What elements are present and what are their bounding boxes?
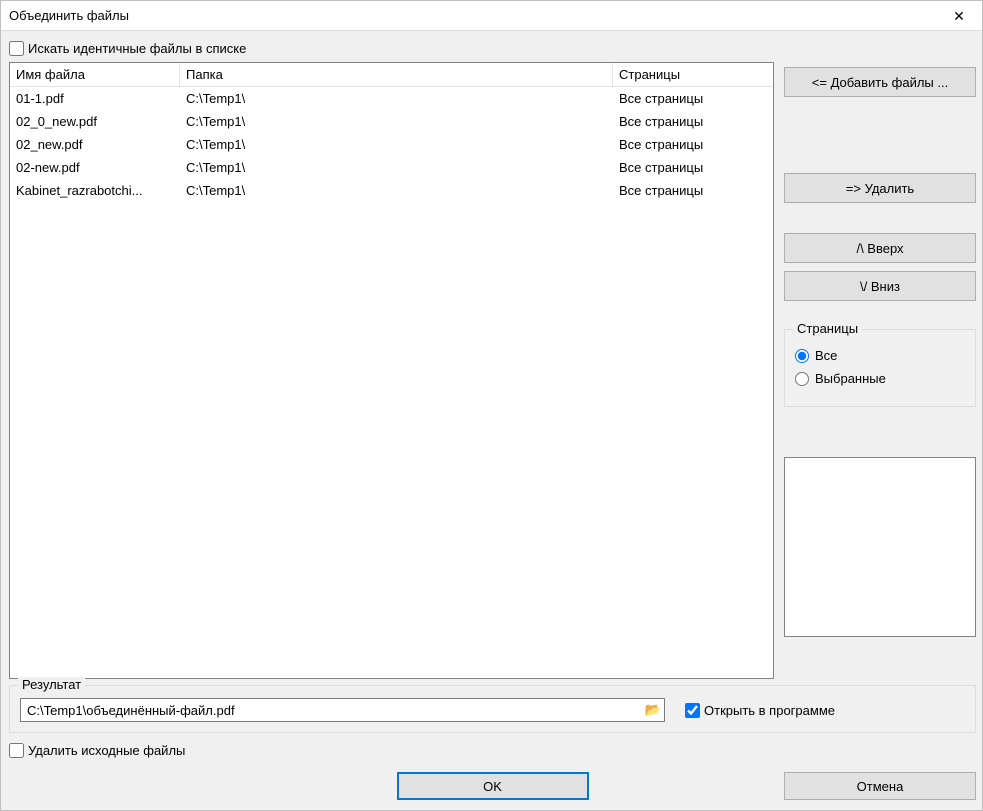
titlebar: Объединить файлы ✕ [1, 1, 982, 31]
search-identical-label: Искать идентичные файлы в списке [28, 41, 246, 56]
cell-pages: Все страницы [613, 89, 773, 108]
file-list-body[interactable]: 01-1.pdfC:\Temp1\Все страницы02_0_new.pd… [10, 87, 773, 678]
cell-folder: C:\Temp1\ [180, 89, 613, 108]
table-row[interactable]: 02-new.pdfC:\Temp1\Все страницы [10, 156, 773, 179]
cell-name: 02_new.pdf [10, 135, 180, 154]
table-row[interactable]: 02_0_new.pdfC:\Temp1\Все страницы [10, 110, 773, 133]
table-row[interactable]: Kabinet_razrabotchi...C:\Temp1\Все стран… [10, 179, 773, 202]
header-folder[interactable]: Папка [180, 63, 613, 86]
pages-selected-radio[interactable]: Выбранные [795, 371, 965, 386]
header-pages[interactable]: Страницы [613, 63, 773, 86]
upper-area: Искать идентичные файлы в списке Имя фай… [9, 39, 976, 679]
delete-source-input[interactable] [9, 743, 24, 758]
pages-legend: Страницы [793, 321, 862, 336]
file-list[interactable]: Имя файла Папка Страницы 01-1.pdfC:\Temp… [9, 62, 774, 679]
cell-name: 01-1.pdf [10, 89, 180, 108]
right-column: <= Добавить файлы ... => Удалить /\ Ввер… [784, 39, 976, 679]
left-column: Искать идентичные файлы в списке Имя фай… [9, 39, 774, 679]
bottom-buttons: OK Отмена [9, 770, 976, 802]
open-in-program-input[interactable] [685, 703, 700, 718]
table-row[interactable]: 02_new.pdfC:\Temp1\Все страницы [10, 133, 773, 156]
cell-name: Kabinet_razrabotchi... [10, 181, 180, 200]
result-group: Результат 📂 Открыть в программе [9, 685, 976, 733]
result-path-input[interactable] [25, 702, 644, 719]
cell-name: 02_0_new.pdf [10, 112, 180, 131]
cell-pages: Все страницы [613, 135, 773, 154]
pages-selected-input[interactable] [795, 372, 809, 386]
delete-source-checkbox[interactable]: Удалить исходные файлы [9, 743, 976, 758]
open-in-program-label: Открыть в программе [704, 703, 835, 718]
cell-folder: C:\Temp1\ [180, 112, 613, 131]
cell-pages: Все страницы [613, 158, 773, 177]
close-button[interactable]: ✕ [936, 1, 982, 31]
result-path-field[interactable]: 📂 [20, 698, 665, 722]
add-files-button[interactable]: <= Добавить файлы ... [784, 67, 976, 97]
cell-name: 02-new.pdf [10, 158, 180, 177]
cell-pages: Все страницы [613, 112, 773, 131]
pages-all-label: Все [815, 348, 837, 363]
cancel-button[interactable]: Отмена [784, 772, 976, 800]
cell-folder: C:\Temp1\ [180, 158, 613, 177]
pages-all-input[interactable] [795, 349, 809, 363]
close-icon: ✕ [953, 9, 965, 23]
pages-all-radio[interactable]: Все [795, 348, 965, 363]
remove-button[interactable]: => Удалить [784, 173, 976, 203]
file-list-header: Имя файла Папка Страницы [10, 63, 773, 87]
client-area: Искать идентичные файлы в списке Имя фай… [1, 31, 982, 810]
cell-folder: C:\Temp1\ [180, 135, 613, 154]
move-down-button[interactable]: \/ Вниз [784, 271, 976, 301]
browse-icon[interactable]: 📂 [644, 701, 662, 719]
pages-group: Страницы Все Выбранные [784, 329, 976, 407]
table-row[interactable]: 01-1.pdfC:\Temp1\Все страницы [10, 87, 773, 110]
ok-button[interactable]: OK [397, 772, 589, 800]
search-identical-input[interactable] [9, 41, 24, 56]
preview-box [784, 457, 976, 637]
header-name[interactable]: Имя файла [10, 63, 180, 86]
cell-pages: Все страницы [613, 181, 773, 200]
pages-selected-label: Выбранные [815, 371, 886, 386]
delete-source-label: Удалить исходные файлы [28, 743, 185, 758]
window-title: Объединить файлы [9, 8, 936, 23]
cell-folder: C:\Temp1\ [180, 181, 613, 200]
result-legend: Результат [18, 677, 85, 692]
open-in-program-checkbox[interactable]: Открыть в программе [685, 703, 835, 718]
search-identical-checkbox[interactable]: Искать идентичные файлы в списке [9, 41, 774, 56]
move-up-button[interactable]: /\ Вверх [784, 233, 976, 263]
